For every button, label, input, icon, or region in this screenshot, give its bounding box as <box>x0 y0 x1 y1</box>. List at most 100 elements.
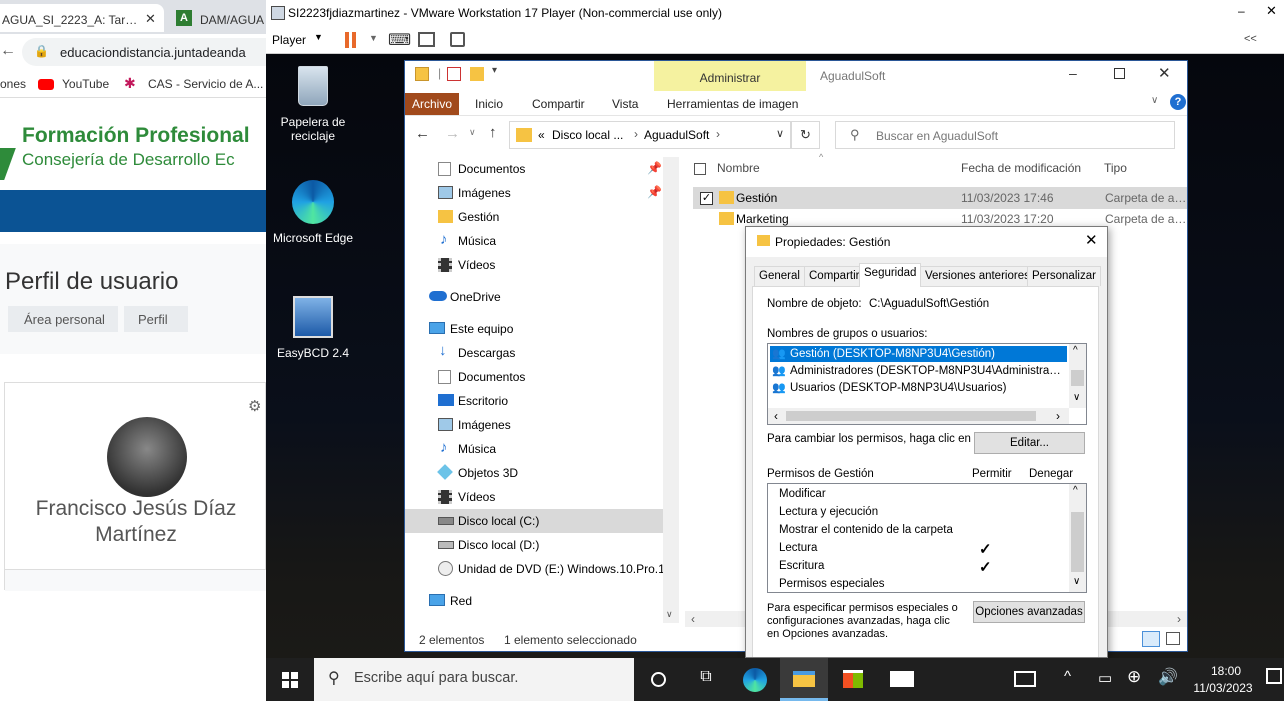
browser-tab-active[interactable]: AGUA_SI_2223_A: Tarea onl ✕ <box>0 4 164 32</box>
unity-icon[interactable] <box>450 32 465 47</box>
column-header-date[interactable]: Fecha de modificación <box>961 161 1081 175</box>
nav-item-objetos-3d[interactable]: Objetos 3D <box>405 461 663 485</box>
nav-item-onedrive[interactable]: OneDrive <box>405 285 663 309</box>
nav-item-descargas[interactable]: ↓ Descargas <box>405 341 663 365</box>
nav-item-imagenes-pc[interactable]: Imágenes <box>405 413 663 437</box>
scroll-up-icon[interactable]: ^ <box>1073 345 1078 356</box>
nav-item-red[interactable]: Red <box>405 589 663 613</box>
nav-item-videos[interactable]: Vídeos <box>405 253 663 277</box>
nav-item-musica[interactable]: ♪ Música <box>405 229 663 253</box>
player-menu[interactable]: Player <box>272 33 306 47</box>
nav-item-este-equipo[interactable]: Este equipo <box>405 317 663 341</box>
scroll-right-icon[interactable]: › <box>1056 409 1060 423</box>
list-item-selected[interactable]: 👥 Gestión (DESKTOP-M8NP3U4\Gestión) <box>770 346 1067 362</box>
scroll-left-icon[interactable]: ‹ <box>774 409 778 423</box>
groups-vscrollbar[interactable]: ^ ∨ <box>1069 344 1086 408</box>
new-folder-icon[interactable] <box>470 67 484 81</box>
nav-item-musica-pc[interactable]: ♪ Música <box>405 437 663 461</box>
clock-time[interactable]: 18:00 <box>1201 664 1251 678</box>
url-field[interactable]: 🔒 educaciondistancia.juntadeanda <box>22 38 266 66</box>
help-icon[interactable]: ? <box>1170 94 1186 110</box>
nav-item-videos-pc[interactable]: Vídeos <box>405 485 663 509</box>
address-bar[interactable]: « Disco local ... › AguadulSoft › ∨ <box>509 121 791 149</box>
tab-versiones-anteriores[interactable]: Versiones anteriores <box>920 266 1035 286</box>
scroll-down-icon[interactable]: ∨ <box>1073 392 1080 403</box>
list-item[interactable]: 👥 Usuarios (DESKTOP-M8NP3U4\Usuarios) <box>770 380 1067 396</box>
tab-compartir[interactable]: Compartir <box>532 93 585 115</box>
advanced-options-button[interactable]: Opciones avanzadas <box>973 601 1085 623</box>
large-icons-view-icon[interactable] <box>1166 632 1180 645</box>
path-overflow[interactable]: « <box>538 128 545 142</box>
refresh-button[interactable]: ↻ <box>791 121 820 149</box>
permissions-vscrollbar[interactable]: ^ ∨ <box>1069 484 1086 592</box>
up-arrow-icon[interactable]: ↑ <box>489 124 497 141</box>
close-icon[interactable]: ✕ <box>1158 64 1171 82</box>
fullscreen-icon[interactable] <box>418 32 435 47</box>
pause-icon[interactable] <box>345 32 349 48</box>
tab-archivo[interactable]: Archivo <box>405 93 459 115</box>
back-arrow-icon[interactable]: ← <box>415 125 430 142</box>
select-all-checkbox[interactable] <box>694 163 706 175</box>
scroll-thumb[interactable] <box>786 411 1036 421</box>
groups-hscrollbar[interactable]: ‹ › <box>768 408 1069 424</box>
path-segment[interactable]: Disco local ... <box>552 128 623 142</box>
send-keys-icon[interactable]: ⌨ <box>388 30 411 50</box>
tab-herramientas-imagen[interactable]: Herramientas de imagen <box>667 93 798 115</box>
nav-item-gestion[interactable]: Gestión <box>405 205 663 229</box>
path-segment[interactable]: AguadulSoft <box>644 128 709 142</box>
back-arrow-icon[interactable]: ← <box>0 42 16 60</box>
tab-compartir[interactable]: Compartir <box>804 266 865 286</box>
list-item[interactable]: 👥 Administradores (DESKTOP-M8NP3U4\Admin… <box>770 363 1067 379</box>
minimize-icon[interactable]: – <box>1238 4 1245 18</box>
chevron-up-icon[interactable]: ^ <box>1064 668 1071 685</box>
file-row[interactable]: ✓ Gestión 11/03/2023 17:46 Carpeta de ar… <box>693 187 1187 209</box>
tab-personalizar[interactable]: Personalizar <box>1027 266 1101 286</box>
close-icon[interactable]: ✕ <box>145 11 156 27</box>
collapse-icon[interactable]: << <box>1244 33 1257 45</box>
scroll-thumb[interactable] <box>1071 512 1084 572</box>
nav-item-dvd[interactable]: Unidad de DVD (E:) Windows.10.Pro.19 <box>405 557 663 581</box>
forward-arrow-icon[interactable]: → <box>445 125 460 142</box>
row-checkbox[interactable]: ✓ <box>700 192 713 205</box>
tab-general[interactable]: General <box>754 266 805 286</box>
nav-item-disco-d[interactable]: Disco local (D:) <box>405 533 663 557</box>
scroll-up-icon[interactable]: ^ <box>1073 485 1078 496</box>
nav-item-documentos-pc[interactable]: Documentos <box>405 365 663 389</box>
maximize-icon[interactable] <box>1114 68 1125 79</box>
scroll-down-icon[interactable]: ∨ <box>1073 576 1080 587</box>
system-tray-icon[interactable] <box>1014 671 1036 687</box>
volume-icon[interactable]: 🔊 <box>1158 667 1178 687</box>
details-view-icon[interactable] <box>1142 631 1160 647</box>
clock-date[interactable]: 11/03/2023 <box>1188 681 1258 695</box>
taskbar-search[interactable]: ⚲ Escribe aquí para buscar. <box>314 658 634 701</box>
chevron-down-icon[interactable]: ∨ <box>776 127 784 140</box>
column-header-name[interactable]: Nombre <box>717 161 760 175</box>
task-view-button[interactable]: ⧉ <box>682 658 730 701</box>
browser-tab[interactable]: A DAM/AGUA <box>172 4 266 32</box>
customize-quick-access-icon[interactable]: ▾ <box>492 65 497 76</box>
notifications-icon[interactable] <box>1266 668 1282 684</box>
scroll-thumb[interactable] <box>1071 370 1084 386</box>
chevron-right-icon[interactable]: › <box>716 127 720 141</box>
chevron-right-icon[interactable]: › <box>634 127 638 141</box>
nav-scrollbar[interactable]: ∨ <box>663 157 679 623</box>
manage-tab-header[interactable]: Administrar <box>654 61 806 91</box>
cortana-button[interactable] <box>634 658 682 701</box>
gear-icon[interactable]: ⚙ <box>248 397 261 415</box>
edit-button[interactable]: Editar... <box>974 432 1085 454</box>
breadcrumb-item[interactable]: Área personal <box>8 306 118 332</box>
recent-locations-icon[interactable]: ∨ <box>469 127 476 138</box>
recycle-bin-shortcut[interactable]: Papelera de reciclaje <box>268 66 358 143</box>
scroll-right-icon[interactable]: › <box>1177 612 1181 626</box>
network-globe-icon[interactable]: ⊕ <box>1127 667 1141 687</box>
pin-icon[interactable]: 📌 <box>647 161 662 175</box>
tab-seguridad[interactable]: Seguridad <box>859 263 922 287</box>
column-header-type[interactable]: Tipo <box>1104 161 1127 175</box>
battery-icon[interactable]: ▭ <box>1098 669 1112 687</box>
tab-inicio[interactable]: Inicio <box>475 93 503 115</box>
nav-item-disco-c[interactable]: Disco local (C:) <box>405 509 663 533</box>
taskbar-edge[interactable] <box>731 658 779 701</box>
bookmark-item[interactable]: YouTube <box>62 77 109 91</box>
start-button[interactable] <box>266 658 314 701</box>
close-icon[interactable]: ✕ <box>1266 3 1277 19</box>
